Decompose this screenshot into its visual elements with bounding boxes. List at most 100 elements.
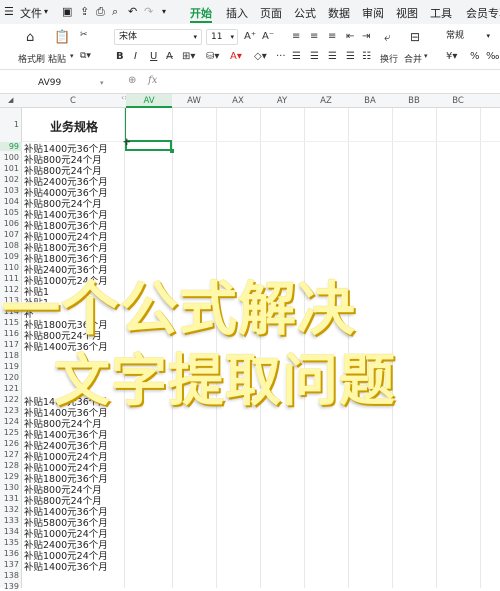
- chevron-down-icon[interactable]: ▾: [44, 7, 48, 16]
- column-title[interactable]: 业务规格: [50, 118, 98, 135]
- font-color-icon[interactable]: A▾: [230, 51, 242, 62]
- tab-insert[interactable]: 插入: [226, 5, 248, 21]
- row-header[interactable]: 104: [0, 197, 22, 206]
- currency-icon[interactable]: ¥▾: [446, 51, 457, 62]
- row-header[interactable]: 106: [0, 219, 22, 228]
- paste-icon[interactable]: 📋: [54, 30, 70, 45]
- hamburger-icon[interactable]: ☰: [4, 5, 14, 18]
- tab-formula[interactable]: 公式: [294, 5, 316, 21]
- row-header[interactable]: 127: [0, 450, 22, 459]
- decrease-font-icon[interactable]: A⁻: [262, 31, 274, 42]
- row-header[interactable]: 102: [0, 175, 22, 184]
- row-header[interactable]: 138: [0, 571, 22, 580]
- justify-icon[interactable]: ☰: [346, 51, 355, 62]
- column-header-az[interactable]: AZ: [304, 96, 348, 106]
- row-header[interactable]: 119: [0, 362, 22, 371]
- more-icon[interactable]: ···: [276, 51, 286, 62]
- bold-icon[interactable]: B: [116, 51, 124, 62]
- row-header[interactable]: 137: [0, 560, 22, 569]
- fill-handle[interactable]: [170, 149, 174, 153]
- row-header[interactable]: 118: [0, 351, 22, 360]
- row-header[interactable]: 100: [0, 153, 22, 162]
- align-middle-icon[interactable]: ≡: [310, 31, 318, 42]
- row-header[interactable]: 109: [0, 252, 22, 261]
- row-header[interactable]: 133: [0, 516, 22, 525]
- column-header-aw[interactable]: AW: [172, 96, 216, 106]
- indent-decrease-icon[interactable]: ⇤: [346, 31, 354, 42]
- undo-icon[interactable]: ↶: [128, 5, 137, 18]
- tab-review[interactable]: 审阅: [362, 5, 384, 21]
- fill-color-icon[interactable]: ⛁▾: [206, 51, 219, 62]
- align-left-icon[interactable]: ☰: [292, 51, 301, 62]
- column-header-av[interactable]: AV: [126, 94, 172, 108]
- print-icon[interactable]: ⎙: [96, 5, 105, 19]
- clear-format-icon[interactable]: ◇▾: [254, 51, 267, 62]
- paste-label[interactable]: 粘贴: [48, 52, 66, 65]
- thousands-icon[interactable]: ‰: [486, 51, 499, 62]
- tab-tools[interactable]: 工具: [430, 5, 452, 21]
- select-all-corner[interactable]: ◢: [8, 96, 13, 104]
- align-top-icon[interactable]: ≡: [292, 31, 300, 42]
- border-icon[interactable]: ⊞▾: [182, 51, 195, 62]
- italic-icon[interactable]: I: [134, 51, 137, 62]
- paste-dropdown-icon[interactable]: ▾: [70, 52, 74, 60]
- row-header[interactable]: 130: [0, 483, 22, 492]
- increase-font-icon[interactable]: A⁺: [244, 31, 256, 42]
- row-header[interactable]: 132: [0, 505, 22, 514]
- font-name-select[interactable]: 宋体 ▾: [114, 29, 202, 45]
- save-icon[interactable]: ▣: [62, 5, 72, 18]
- print-preview-icon[interactable]: ⌕: [112, 5, 118, 19]
- column-header-ay[interactable]: AY: [260, 96, 304, 106]
- number-format-select[interactable]: 常规 ▾: [442, 29, 494, 45]
- column-header-ax[interactable]: AX: [216, 96, 260, 106]
- column-header-ba[interactable]: BA: [348, 96, 392, 106]
- format-painter-label[interactable]: 格式刷: [18, 52, 45, 65]
- align-center-icon[interactable]: ☰: [310, 51, 319, 62]
- active-cell[interactable]: ✛: [123, 138, 174, 153]
- menu-file[interactable]: 文件: [20, 5, 42, 21]
- wrap-text-icon[interactable]: ⤶: [384, 30, 391, 45]
- row-header[interactable]: 105: [0, 208, 22, 217]
- copy-icon[interactable]: ⧉▾: [80, 51, 91, 61]
- column-header-bc[interactable]: BC: [436, 96, 480, 106]
- row-header[interactable]: 128: [0, 461, 22, 470]
- row-header[interactable]: 135: [0, 538, 22, 547]
- tab-home[interactable]: 开始: [190, 5, 212, 21]
- row-header-1[interactable]: 1: [0, 120, 22, 129]
- export-icon[interactable]: ⇪: [80, 5, 89, 18]
- align-bottom-icon[interactable]: ≡: [328, 31, 336, 42]
- row-header[interactable]: 123: [0, 406, 22, 415]
- strikethrough-icon[interactable]: A̶: [166, 51, 173, 62]
- row-header[interactable]: 134: [0, 527, 22, 536]
- function-icon[interactable]: fx: [148, 75, 157, 86]
- distribute-icon[interactable]: ☷: [362, 51, 371, 62]
- row-header[interactable]: 126: [0, 439, 22, 448]
- redo-icon[interactable]: ↷: [144, 5, 153, 18]
- tab-data[interactable]: 数据: [328, 5, 350, 21]
- percent-icon[interactable]: %: [470, 51, 480, 62]
- format-painter-icon[interactable]: ⌂: [26, 30, 34, 45]
- indent-increase-icon[interactable]: ⇥: [362, 31, 370, 42]
- name-box[interactable]: AV99 ▾: [4, 75, 106, 91]
- row-header[interactable]: 120: [0, 373, 22, 382]
- underline-icon[interactable]: U: [150, 51, 157, 62]
- font-size-select[interactable]: 11 ▾: [206, 29, 238, 45]
- row-header[interactable]: 121: [0, 384, 22, 393]
- merge-dropdown-icon[interactable]: ▾: [424, 52, 428, 60]
- zoom-search-icon[interactable]: ⊕: [128, 75, 136, 86]
- merge-label[interactable]: 合并: [404, 52, 422, 65]
- formula-input[interactable]: [168, 76, 494, 90]
- wrap-text-label[interactable]: 换行: [380, 52, 398, 65]
- row-header[interactable]: 101: [0, 164, 22, 173]
- row-header[interactable]: 129: [0, 472, 22, 481]
- row-header[interactable]: 125: [0, 428, 22, 437]
- row-header[interactable]: 124: [0, 417, 22, 426]
- cut-icon[interactable]: ✂: [80, 30, 88, 40]
- row-header[interactable]: 122: [0, 395, 22, 404]
- row-header[interactable]: 136: [0, 549, 22, 558]
- quick-access-dropdown-icon[interactable]: ▾: [162, 7, 166, 16]
- tab-page[interactable]: 页面: [260, 5, 282, 21]
- align-right-icon[interactable]: ☰: [328, 51, 337, 62]
- row-header[interactable]: 108: [0, 241, 22, 250]
- column-header-c[interactable]: C: [22, 96, 124, 106]
